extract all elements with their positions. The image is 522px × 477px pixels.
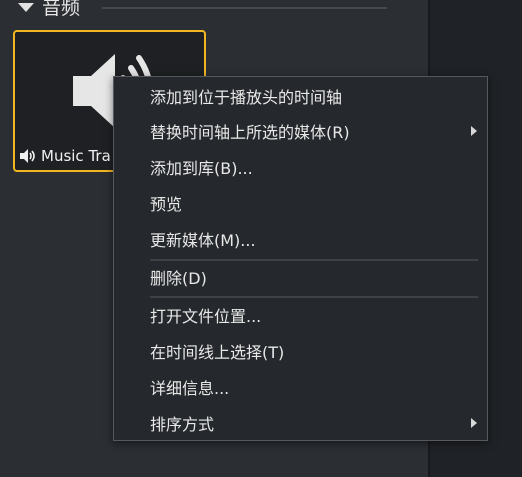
section-header-audio[interactable]: 音频	[18, 0, 80, 20]
menu-item-label: 添加到位于播放头的时间轴	[150, 88, 343, 107]
menu-item-details[interactable]: 详细信息...	[114, 370, 487, 404]
menu-item-label: 替换时间轴上所选的媒体(R)	[150, 123, 350, 142]
chevron-right-icon	[471, 418, 477, 428]
menu-item-add-to-library[interactable]: 添加到库(B)...	[114, 150, 487, 184]
menu-item-delete[interactable]: 删除(D)	[114, 260, 487, 294]
context-menu: 添加到位于播放头的时间轴 替换时间轴上所选的媒体(R) 添加到库(B)... 预…	[113, 76, 488, 441]
menu-item-label: 预览	[150, 195, 183, 214]
menu-item-label: 更新媒体(M)...	[150, 231, 256, 250]
menu-item-label: 添加到库(B)...	[150, 159, 253, 178]
menu-item-label: 打开文件位置...	[150, 307, 262, 326]
menu-item-label: 排序方式	[150, 415, 215, 434]
menu-item-preview[interactable]: 预览	[114, 186, 487, 220]
caret-down-icon[interactable]	[18, 2, 34, 12]
chevron-right-icon	[471, 126, 477, 136]
menu-item-label: 在时间线上选择(T)	[150, 343, 285, 362]
audio-icon	[20, 149, 35, 163]
menu-item-label: 删除(D)	[150, 269, 207, 288]
media-tile-name: Music Tra	[41, 147, 111, 165]
section-divider	[102, 7, 387, 9]
menu-item-select-on-timeline[interactable]: 在时间线上选择(T)	[114, 334, 487, 368]
menu-item-open-file-location[interactable]: 打开文件位置...	[114, 298, 487, 332]
menu-item-sort-by[interactable]: 排序方式	[114, 406, 487, 440]
menu-item-add-to-timeline-at-playhead[interactable]: 添加到位于播放头的时间轴	[114, 79, 487, 113]
menu-item-label: 详细信息...	[150, 379, 230, 398]
section-title: 音频	[42, 0, 81, 19]
menu-item-update-media[interactable]: 更新媒体(M)...	[114, 222, 487, 256]
menu-item-replace-selected-media[interactable]: 替换时间轴上所选的媒体(R)	[114, 114, 487, 148]
